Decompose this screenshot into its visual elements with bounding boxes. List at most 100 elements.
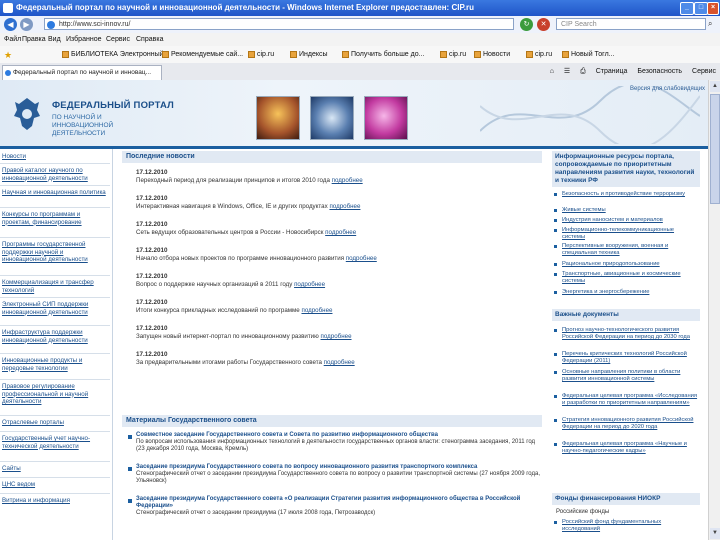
news-more-link[interactable]: подробнее	[324, 359, 355, 366]
minimize-icon[interactable]: _	[680, 2, 694, 15]
nav-item[interactable]: Витрина и информация	[2, 497, 106, 505]
resource-link[interactable]: Энергетика и энергосбережение	[562, 289, 698, 296]
news-more-link[interactable]: подробнее	[321, 333, 352, 340]
council-item-title[interactable]: Заседание президиума Государственного со…	[136, 464, 477, 470]
scroll-thumb[interactable]	[710, 94, 720, 204]
nav-item[interactable]: Сайты	[2, 465, 106, 473]
left-navigation: Новости Правой каталог научного по иннов…	[0, 149, 113, 540]
resource-link[interactable]: Безопасность и противодействие терроризм…	[562, 191, 698, 198]
nav-item[interactable]: Правой каталог научного по инновационной…	[2, 167, 106, 182]
resource-link[interactable]: Транспортные, авиационные и космические …	[562, 271, 698, 285]
nav-item[interactable]: Коммерциализация и трансфер технологий	[2, 279, 106, 294]
resource-link[interactable]: Перспективные вооружения, военная и спец…	[562, 243, 698, 257]
favorite-link[interactable]: БИБЛИОТЕКА Электронный...	[62, 46, 169, 63]
favorite-link[interactable]: Индексы	[290, 46, 328, 63]
news-date: 17.12.2010	[136, 351, 168, 358]
search-input[interactable]: CIP Search	[556, 18, 706, 30]
banner-image	[310, 96, 354, 140]
menu-edit[interactable]: Правка	[22, 33, 46, 46]
search-icon[interactable]: ⌕	[708, 19, 712, 29]
feeds-icon[interactable]: ☰	[564, 68, 570, 75]
news-item: Запущен новый интернет-портал по инновац…	[136, 333, 536, 341]
news-more-link[interactable]: подробнее	[329, 203, 360, 210]
document-link[interactable]: Федеральная целевая программа «Исследова…	[562, 393, 698, 407]
menu-help[interactable]: Справка	[136, 33, 163, 46]
nav-item[interactable]: Электронный СИП поддержки инновационной …	[2, 301, 106, 316]
nav-divider	[0, 237, 110, 238]
document-link[interactable]: Прогноз научно-технологического развития…	[562, 327, 698, 341]
command-page[interactable]: Страница	[596, 68, 628, 75]
nav-item[interactable]: Инфраструктура поддержки инновационной д…	[2, 329, 106, 344]
command-tools[interactable]: Сервис	[692, 68, 716, 75]
list-bullet	[554, 395, 557, 398]
nav-divider	[0, 275, 110, 276]
news-more-link[interactable]: подробнее	[294, 281, 325, 288]
back-icon[interactable]: ◀	[4, 18, 17, 31]
home-icon[interactable]: ⌂	[550, 68, 554, 75]
fund-link[interactable]: Российский фонд фундаментальных исследов…	[562, 519, 698, 533]
tab-bar: Федеральный портал по научной и инновац.…	[0, 63, 720, 81]
resource-link[interactable]: Рациональное природопользование	[562, 261, 698, 268]
vertical-scrollbar[interactable]: ▲ ▼	[708, 80, 720, 540]
maximize-icon[interactable]: □	[694, 2, 708, 15]
url-text: http://www.sci-innov.ru/	[59, 21, 131, 28]
news-more-link[interactable]: подробнее	[332, 177, 363, 184]
print-icon[interactable]: ⎙	[580, 68, 586, 75]
news-more-link[interactable]: подробнее	[301, 307, 332, 314]
accessibility-link[interactable]: Версия для слабовидящих	[630, 86, 705, 92]
forward-icon[interactable]: ▶	[20, 18, 33, 31]
document-link[interactable]: Основные направления политики в области …	[562, 369, 698, 383]
scroll-up-icon[interactable]: ▲	[710, 81, 720, 92]
news-more-link[interactable]: подробнее	[325, 229, 356, 236]
nav-item[interactable]: Инновационные продукты и передовые техно…	[2, 357, 106, 372]
resource-link[interactable]: Информационно-телекоммуникационные систе…	[562, 227, 698, 241]
council-item-title[interactable]: Совместное заседание Государственного со…	[136, 432, 438, 438]
nav-divider	[0, 163, 110, 164]
favorite-link[interactable]: Получить больше до...	[342, 46, 424, 63]
favorite-link[interactable]: Новый Тогл...	[562, 46, 615, 63]
nav-divider	[0, 185, 110, 186]
nav-item[interactable]: Правовое регулирование профессиональной …	[2, 383, 106, 406]
document-link[interactable]: Стратегия инновационного развития Россий…	[562, 417, 698, 431]
menu-favorites[interactable]: Избранное	[66, 33, 101, 46]
favorites-star-icon[interactable]: ★	[4, 50, 12, 61]
list-bullet	[128, 499, 132, 503]
nav-item[interactable]: Конкурсы по программам и проектам, финан…	[2, 211, 106, 226]
resource-link[interactable]: Индустрия наносистем и материалов	[562, 217, 698, 224]
nav-item[interactable]: Научная и инновационная политика	[2, 189, 106, 197]
url-input[interactable]: http://www.sci-innov.ru/	[44, 18, 514, 30]
favorite-link[interactable]: cip.ru	[248, 46, 274, 63]
nav-item[interactable]: Отраслевые порталы	[2, 419, 106, 427]
news-date: 17.12.2010	[136, 325, 168, 332]
command-safety[interactable]: Безопасность	[637, 68, 682, 75]
resource-link[interactable]: Живые системы	[562, 207, 698, 214]
news-item: Итоги конкурса прикладных исследований п…	[136, 307, 536, 315]
document-link[interactable]: Федеральная целевая программа «Научные и…	[562, 441, 698, 455]
nav-item[interactable]: Государственный учет научно-технической …	[2, 435, 106, 450]
favorite-link[interactable]: cip.ru	[526, 46, 552, 63]
news-item: За предварительными итогами работы Госуд…	[136, 359, 536, 367]
close-icon[interactable]: ×	[707, 2, 719, 15]
favorite-link[interactable]: cip.ru	[440, 46, 466, 63]
scroll-down-icon[interactable]: ▼	[710, 528, 720, 539]
news-more-link[interactable]: подробнее	[346, 255, 377, 262]
news-text: Интерактивная навигация в Windows, Offic…	[136, 203, 328, 210]
browser-tab[interactable]: Федеральный портал по научной и инновац.…	[2, 65, 162, 80]
menu-file[interactable]: Файл	[4, 33, 21, 46]
refresh-icon[interactable]: ↻	[520, 18, 533, 31]
list-bullet	[554, 229, 557, 232]
nav-divider	[0, 415, 110, 416]
stop-icon[interactable]: ✕	[537, 18, 550, 31]
menu-view[interactable]: Вид	[48, 33, 61, 46]
nav-item[interactable]: Программы государственной поддержки науч…	[2, 241, 106, 264]
council-item: Заседание президиума Государственного со…	[136, 496, 540, 517]
dna-graphic-icon	[480, 86, 700, 144]
menu-tools[interactable]: Сервис	[106, 33, 130, 46]
council-item-title[interactable]: Заседание президиума Государственного со…	[136, 496, 520, 509]
document-link[interactable]: Перечень критических технологий Российск…	[562, 351, 698, 365]
page-content: ФЕДЕРАЛЬНЫЙ ПОРТАЛ ПО НАУЧНОЙ И ИННОВАЦИ…	[0, 80, 708, 540]
favorite-link[interactable]: Рекомендуемые сай...	[162, 46, 243, 63]
nav-item[interactable]: ЦНС ведом	[2, 481, 106, 489]
favorite-link[interactable]: Новости	[474, 46, 510, 63]
nav-item[interactable]: Новости	[2, 153, 106, 161]
